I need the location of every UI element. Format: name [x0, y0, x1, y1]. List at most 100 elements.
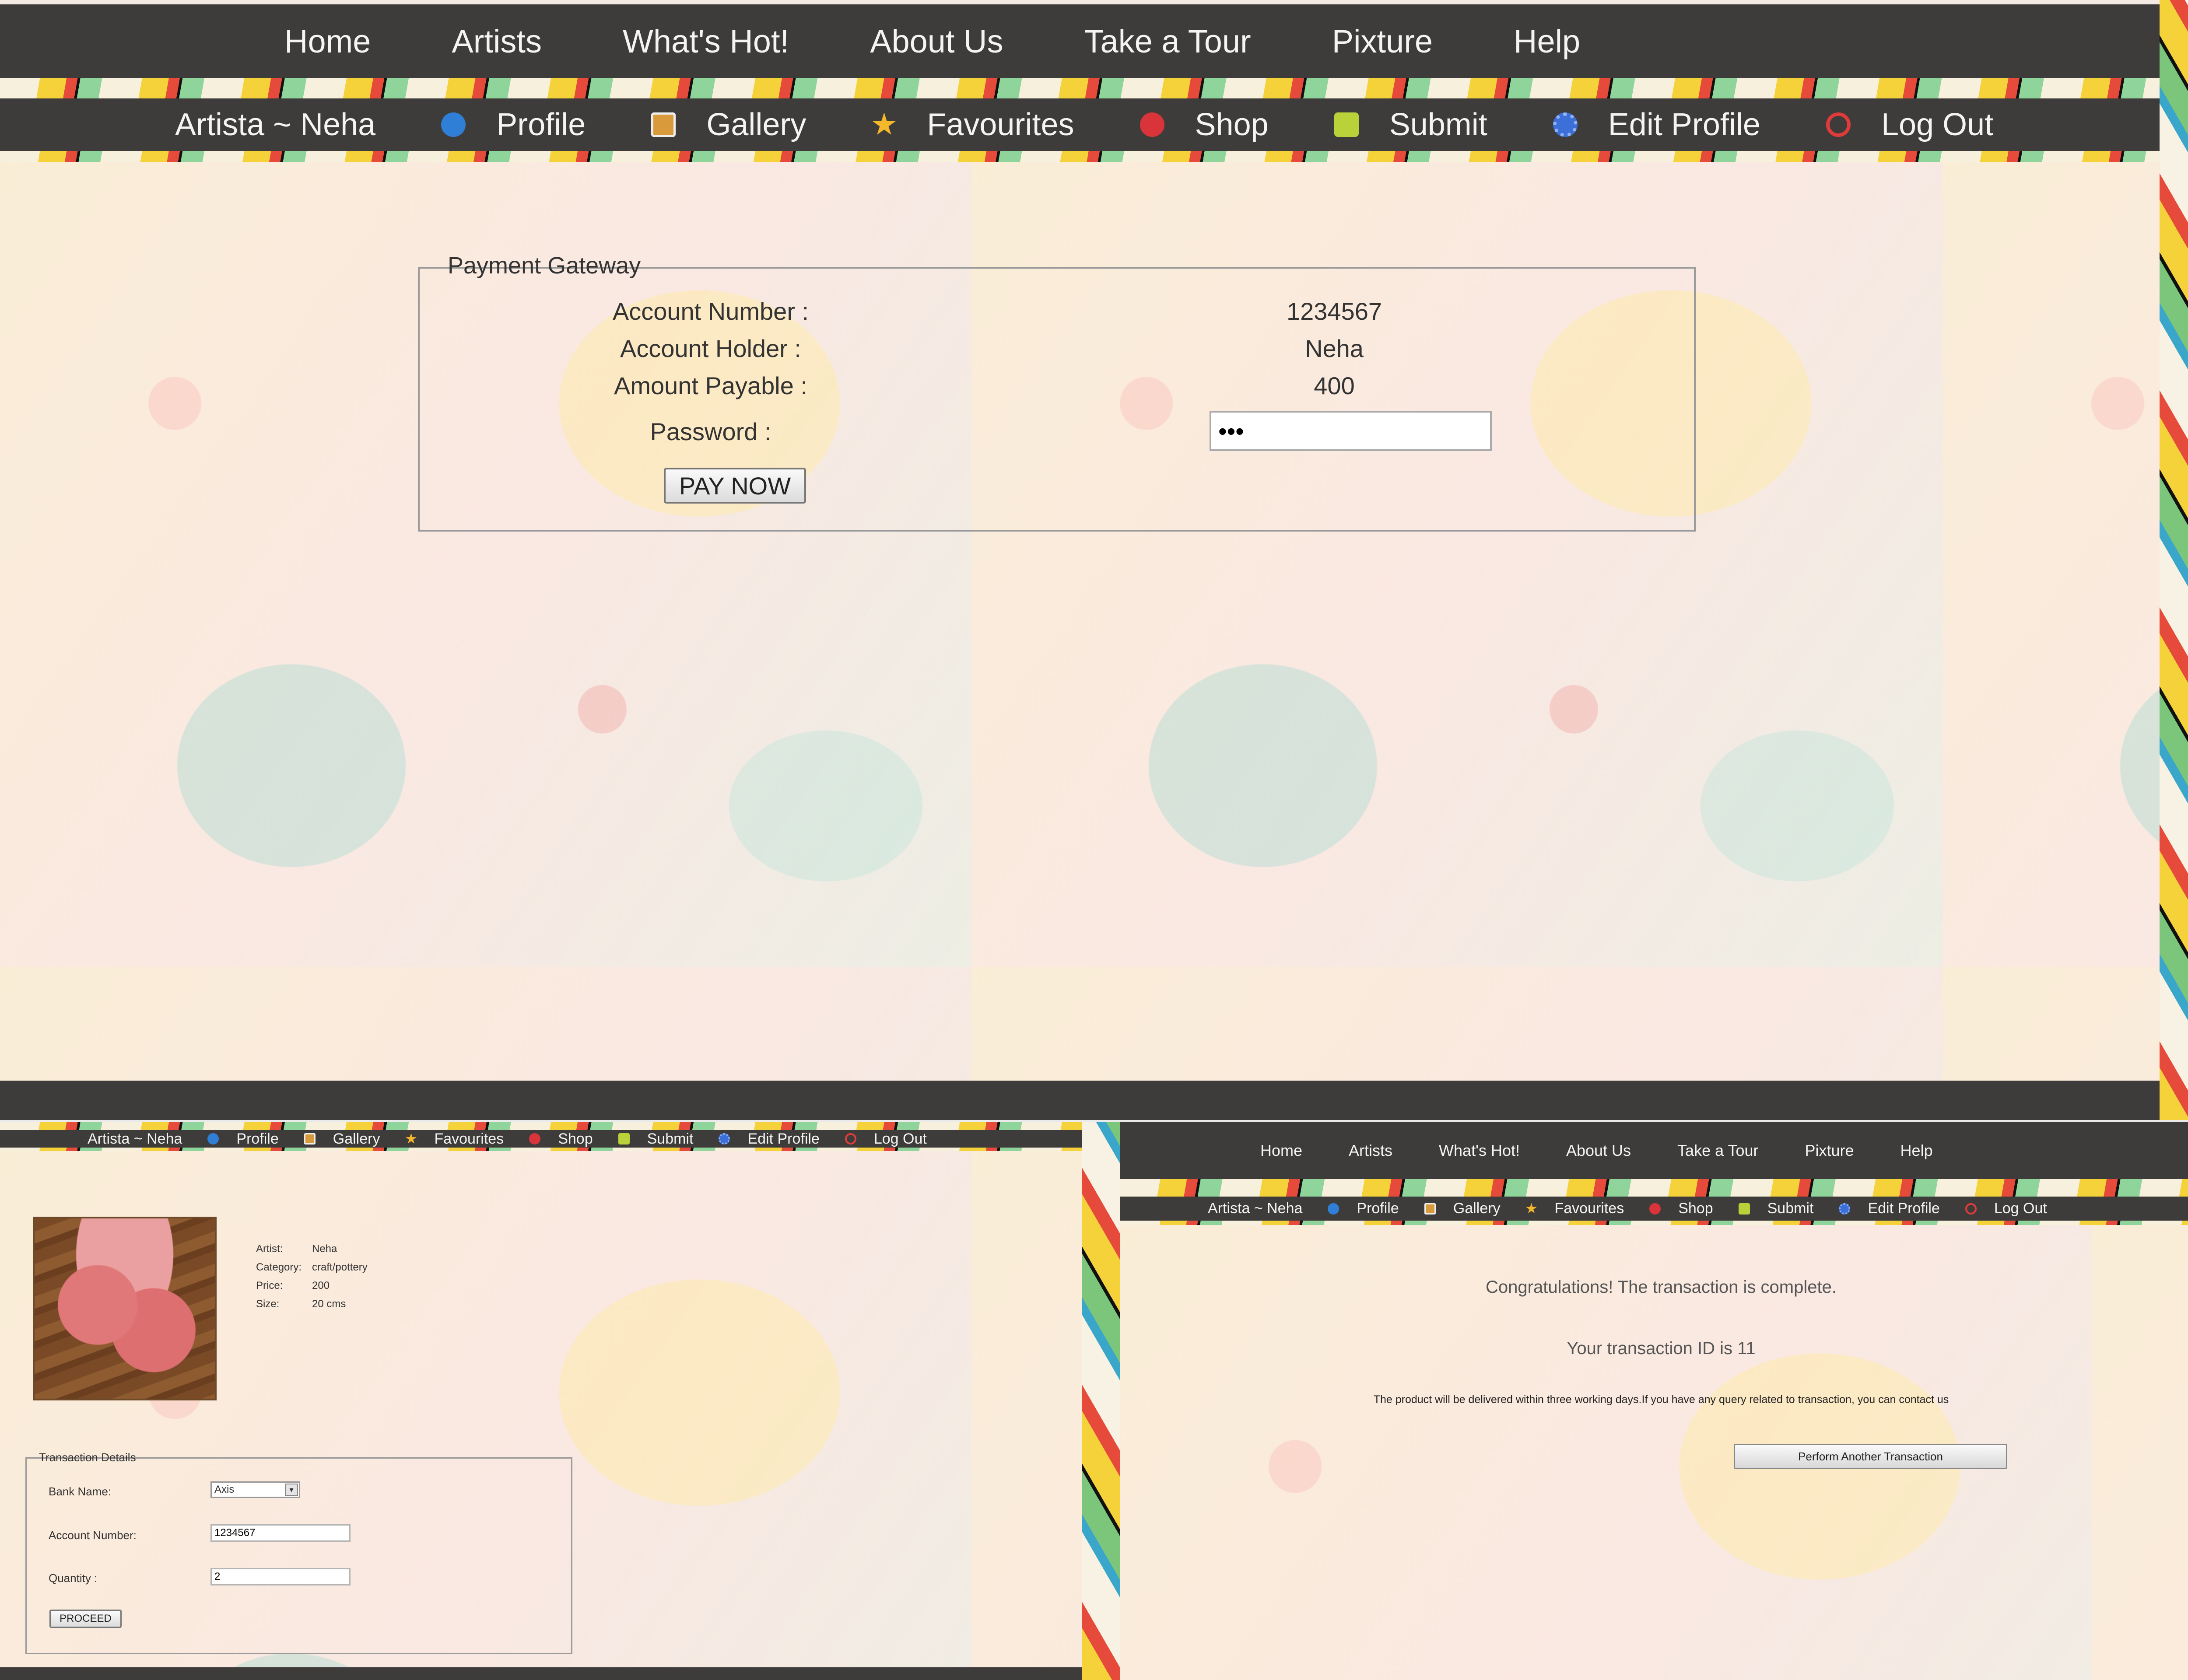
nav-home[interactable]: Home [284, 23, 371, 60]
shop-label[interactable]: Shop [1195, 107, 1269, 143]
decorative-banner-lower [0, 1148, 1082, 1151]
gallery-label[interactable]: Gallery [1453, 1200, 1501, 1217]
user-nav-favourites[interactable]: Favourites [872, 107, 1074, 143]
shop-label[interactable]: Shop [558, 1130, 593, 1148]
bank-name-value: Axis [214, 1484, 235, 1495]
proceed-button[interactable]: PROCEED [49, 1610, 122, 1628]
pay-now-button[interactable]: PAY NOW [664, 468, 806, 504]
artist-name[interactable]: Artista ~ Neha [1208, 1200, 1302, 1217]
user-nav-favourites[interactable]: Favourites [1525, 1200, 1624, 1217]
edit-profile-label[interactable]: Edit Profile [1868, 1200, 1939, 1217]
user-nav-shop[interactable]: Shop [1140, 107, 1269, 143]
cart-icon [1140, 112, 1164, 137]
favourites-label[interactable]: Favourites [1554, 1200, 1624, 1217]
side-artwork-left [1082, 1122, 1120, 1680]
password-input[interactable] [1210, 411, 1492, 451]
nav-artists[interactable]: Artists [452, 23, 542, 60]
nav-help[interactable]: Help [1514, 23, 1580, 60]
user-nav-edit-profile[interactable]: Edit Profile [1553, 107, 1760, 143]
submit-label[interactable]: Submit [1767, 1200, 1814, 1217]
nav-whats-hot[interactable]: What's Hot! [1439, 1141, 1520, 1160]
gallery-label[interactable]: Gallery [706, 107, 806, 143]
transaction-details-screen: Artista ~ Neha Profile Gallery Favourite… [0, 1122, 1082, 1680]
main-navbar: Home Artists What's Hot! About Us Take a… [1120, 1122, 2188, 1179]
log-out-label[interactable]: Log Out [1881, 107, 1993, 143]
nav-pixture[interactable]: Pixture [1332, 23, 1433, 60]
nav-about-us[interactable]: About Us [870, 23, 1003, 60]
gallery-label[interactable]: Gallery [333, 1130, 380, 1148]
user-nav-shop[interactable]: Shop [529, 1130, 593, 1148]
amount-payable-label: Amount Payable : [614, 372, 808, 399]
user-nav-favourites[interactable]: Favourites [405, 1130, 504, 1148]
chevron-down-icon[interactable]: ▾ [285, 1484, 298, 1496]
perform-another-transaction-button[interactable]: Perform Another Transaction [1734, 1444, 2007, 1469]
user-nav-log-out[interactable]: Log Out [1826, 107, 1993, 143]
user-navbar: Artista ~ Neha Profile Gallery Favourite… [0, 98, 2160, 151]
nav-whats-hot[interactable]: What's Hot! [623, 23, 789, 60]
user-nav-edit-profile[interactable]: Edit Profile [1839, 1200, 1940, 1217]
favourites-label[interactable]: Favourites [927, 107, 1074, 143]
payment-gateway-legend: Payment Gateway [448, 252, 641, 279]
user-nav-gallery[interactable]: Gallery [304, 1130, 380, 1148]
profile-label[interactable]: Profile [1357, 1200, 1399, 1217]
user-nav-gallery[interactable]: Gallery [651, 107, 806, 143]
nav-about-us[interactable]: About Us [1566, 1141, 1631, 1160]
user-nav-submit[interactable]: Submit [1334, 107, 1487, 143]
gear-icon [1839, 1203, 1851, 1214]
profile-label[interactable]: Profile [496, 107, 586, 143]
user-navbar-small: Artista ~ Neha Profile Gallery Favourite… [0, 1130, 1082, 1148]
account-number-input[interactable] [210, 1524, 351, 1542]
nav-help[interactable]: Help [1900, 1141, 1933, 1160]
gallery-icon [304, 1133, 316, 1144]
decorative-banner [0, 78, 2160, 100]
page-background: Congratulations! The transaction is comp… [1120, 1225, 2188, 1680]
log-out-label[interactable]: Log Out [1994, 1200, 2047, 1217]
user-nav-profile[interactable]: Profile [207, 1130, 279, 1148]
nav-pixture[interactable]: Pixture [1805, 1141, 1854, 1160]
quantity-input[interactable] [210, 1568, 351, 1586]
inbox-icon [1334, 112, 1359, 137]
main-navbar: Home Artists What's Hot! About Us Take a… [0, 4, 2160, 78]
bank-name-select[interactable]: Axis ▾ [210, 1481, 300, 1498]
artist-name[interactable]: Artista ~ Neha [175, 107, 375, 143]
submit-label[interactable]: Submit [647, 1130, 694, 1148]
user-nav-submit[interactable]: Submit [1738, 1200, 1814, 1217]
favourites-label[interactable]: Favourites [434, 1130, 504, 1148]
edit-profile-label[interactable]: Edit Profile [747, 1130, 819, 1148]
log-out-label[interactable]: Log Out [874, 1130, 927, 1148]
edit-profile-label[interactable]: Edit Profile [1608, 107, 1760, 143]
product-artist-label: Artist: [256, 1243, 283, 1255]
decorative-banner [1120, 1179, 2188, 1197]
gallery-icon [651, 112, 676, 137]
nav-home[interactable]: Home [1260, 1141, 1302, 1160]
footer-bar [0, 1667, 1082, 1680]
nav-take-a-tour[interactable]: Take a Tour [1084, 23, 1251, 60]
password-label: Password : [650, 418, 771, 445]
user-nav-profile[interactable]: Profile [441, 107, 586, 143]
delivery-note: The product will be delivered within thr… [1373, 1393, 1949, 1406]
user-nav-artist[interactable]: Artista ~ Neha [1208, 1200, 1302, 1217]
user-nav-artist[interactable]: Artista ~ Neha [88, 1130, 182, 1148]
quantity-label: Quantity : [49, 1572, 98, 1585]
product-size-label: Size: [256, 1298, 280, 1310]
user-nav-log-out[interactable]: Log Out [845, 1130, 927, 1148]
artist-name[interactable]: Artista ~ Neha [88, 1130, 182, 1148]
user-nav-edit-profile[interactable]: Edit Profile [719, 1130, 820, 1148]
user-nav-log-out[interactable]: Log Out [1965, 1200, 2047, 1217]
user-nav-shop[interactable]: Shop [1649, 1200, 1713, 1217]
nav-artists[interactable]: Artists [1349, 1141, 1392, 1160]
shop-label[interactable]: Shop [1678, 1200, 1713, 1217]
user-nav-artist[interactable]: Artista ~ Neha [175, 107, 375, 143]
payment-gateway-screen: Home Artists What's Hot! About Us Take a… [0, 0, 2160, 1120]
submit-label[interactable]: Submit [1389, 107, 1487, 143]
cart-icon [1649, 1203, 1661, 1214]
nav-take-a-tour[interactable]: Take a Tour [1677, 1141, 1758, 1160]
star-icon [1525, 1203, 1537, 1214]
user-nav-submit[interactable]: Submit [618, 1130, 694, 1148]
user-nav-profile[interactable]: Profile [1328, 1200, 1399, 1217]
decorative-banner [0, 1122, 1082, 1130]
user-nav-gallery[interactable]: Gallery [1424, 1200, 1501, 1217]
product-price-row: Price: 200 [256, 1280, 330, 1292]
profile-label[interactable]: Profile [236, 1130, 278, 1148]
product-category-label: Category: [256, 1261, 302, 1273]
